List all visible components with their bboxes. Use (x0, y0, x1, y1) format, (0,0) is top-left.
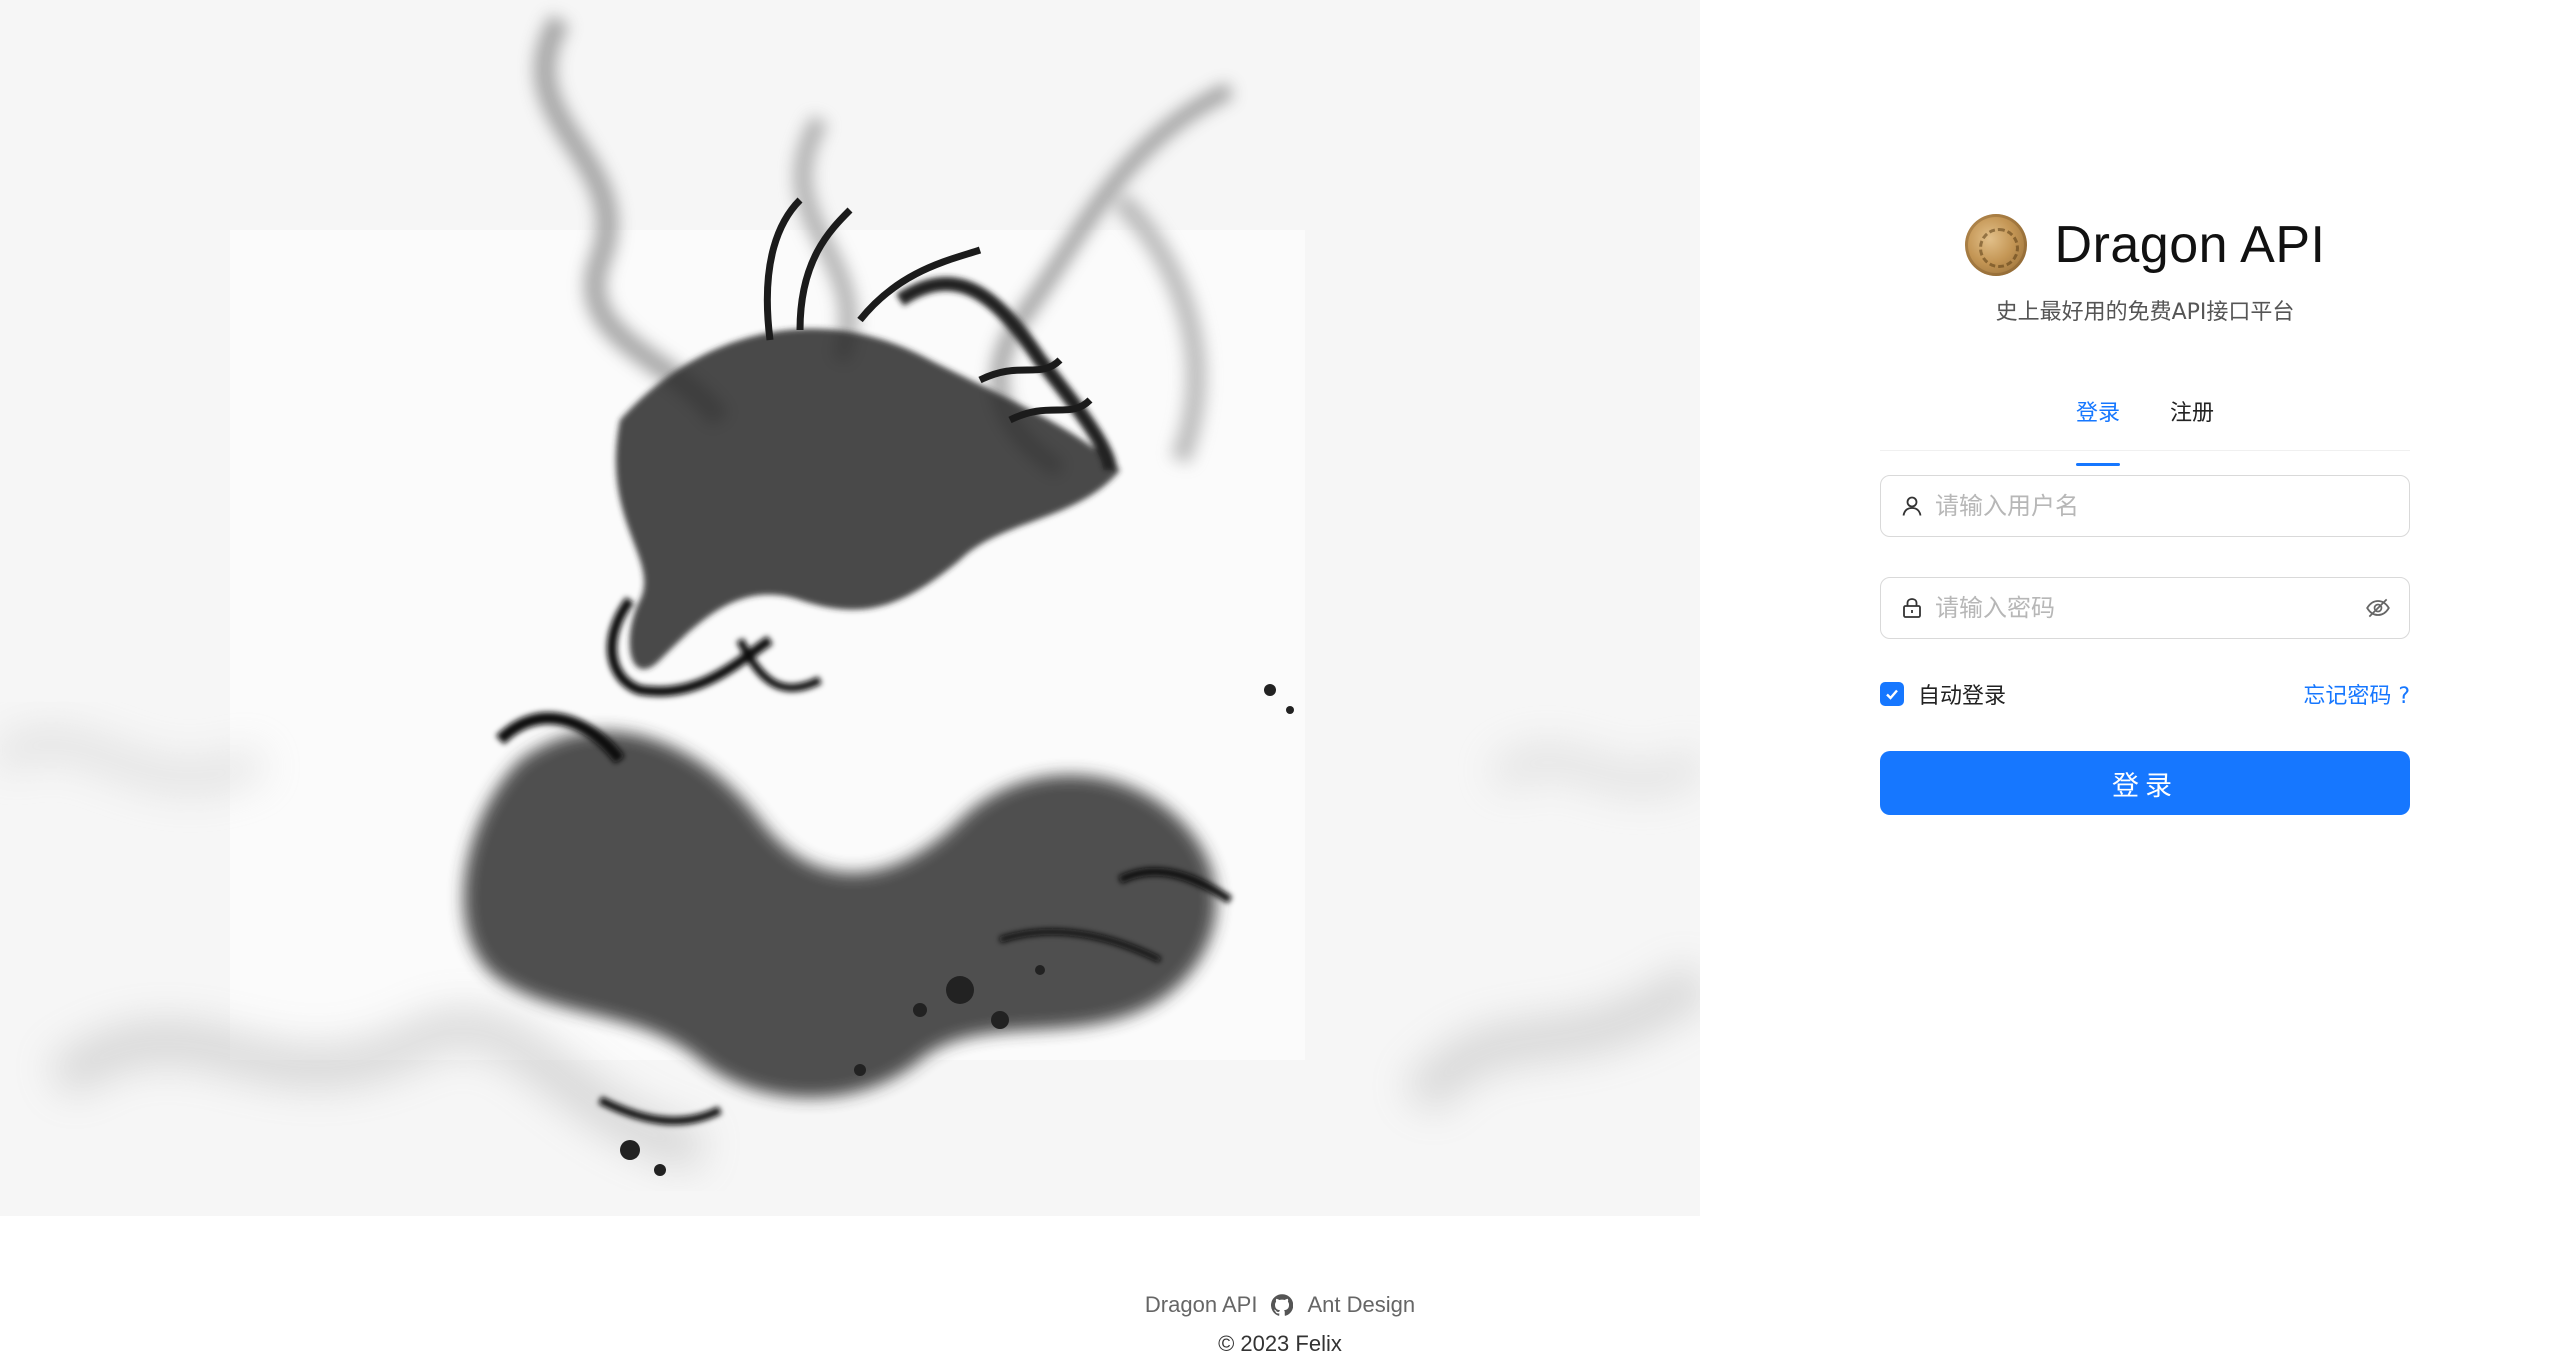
brand-header: Dragon API (1880, 200, 2410, 290)
footer-links: Dragon API Ant Design (0, 1288, 2560, 1322)
password-input[interactable] (1933, 593, 2365, 623)
footer: Dragon API Ant Design © 2023 Felix (0, 1288, 2560, 1360)
lock-icon (1899, 595, 1925, 621)
password-field (1880, 577, 2410, 639)
auth-tabs: 登录 注册 (1880, 394, 2410, 466)
checkbox-checked-icon[interactable] (1880, 682, 1904, 706)
auto-login-checkbox[interactable]: 自动登录 (1880, 678, 2006, 710)
tab-login[interactable]: 登录 (2075, 394, 2121, 466)
username-field (1880, 475, 2410, 537)
auto-login-label: 自动登录 (1918, 684, 2007, 709)
footer-link-ant-design[interactable]: Ant Design (1307, 1292, 1415, 1318)
footer-link-dragon-api[interactable]: Dragon API (1145, 1292, 1258, 1318)
forgot-password-link[interactable]: 忘记密码 ? (2303, 678, 2410, 710)
username-input[interactable] (1933, 491, 2391, 521)
login-panel: Dragon API 史上最好用的免费API接口平台 登录 注册 请输入用户名 … (1880, 200, 2410, 815)
copyright-text: 2023 Felix (1240, 1331, 1342, 1356)
user-icon (1899, 493, 1925, 519)
tab-register[interactable]: 注册 (2170, 394, 2214, 450)
eye-invisible-icon[interactable] (2365, 595, 2391, 621)
github-icon[interactable] (1271, 1294, 1294, 1316)
ink-dragon-illustration (0, 0, 1700, 1216)
login-submit-button[interactable]: 登录 (1880, 751, 2410, 815)
login-page: Dragon API 史上最好用的免费API接口平台 登录 注册 请输入用户名 … (0, 0, 2560, 1362)
dragon-seal-icon (1964, 214, 2027, 276)
copyright: © 2023 Felix (0, 1328, 2560, 1360)
copyright-icon: © (1218, 1331, 1235, 1356)
hero-dragon-image (0, 0, 1700, 1216)
brand-subtitle: 史上最好用的免费API接口平台 (1995, 300, 2295, 325)
brand-title: Dragon API (2054, 216, 2326, 274)
login-options: 自动登录 忘记密码 ? (1880, 677, 2410, 711)
